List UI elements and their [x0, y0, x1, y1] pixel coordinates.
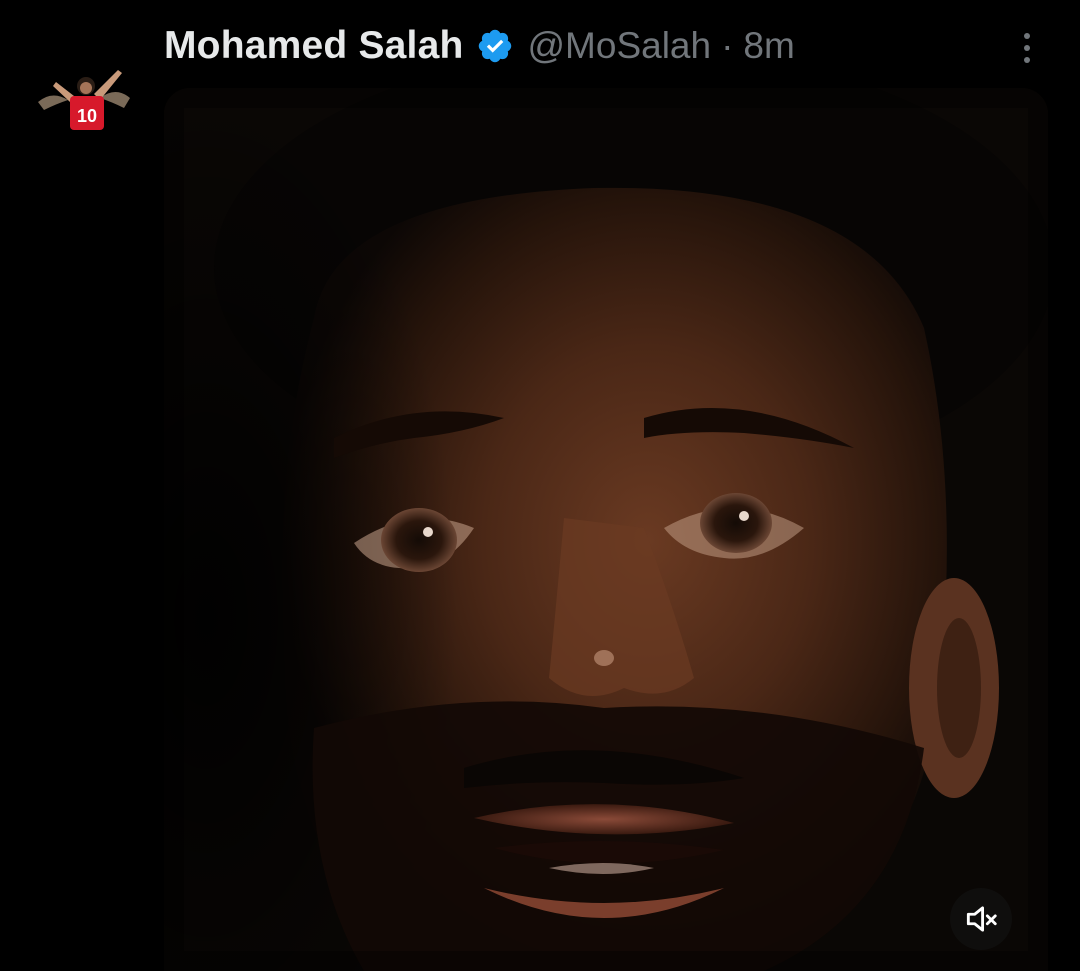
tweet-header: Mohamed Salah @MoSalah · 8m: [164, 22, 795, 70]
timestamp[interactable]: 8m: [743, 25, 794, 67]
user-handle[interactable]: @MoSalah: [528, 25, 712, 67]
more-vertical-icon: [1024, 33, 1030, 39]
verified-badge-icon: [478, 29, 511, 63]
svg-text:10: 10: [77, 106, 97, 126]
tweet-video[interactable]: [164, 88, 1048, 971]
speaker-muted-icon: [966, 906, 997, 932]
avatar[interactable]: 10: [34, 60, 134, 140]
video-frame-face: [164, 88, 1048, 971]
more-options-button[interactable]: [1012, 28, 1042, 68]
avatar-image: 10: [38, 70, 130, 130]
tweet[interactable]: 10 Mohamed Salah @MoSalah · 8m: [0, 0, 1080, 971]
separator-dot: ·: [721, 25, 734, 66]
display-name[interactable]: Mohamed Salah: [164, 24, 464, 68]
mute-toggle-button[interactable]: [950, 888, 1012, 950]
